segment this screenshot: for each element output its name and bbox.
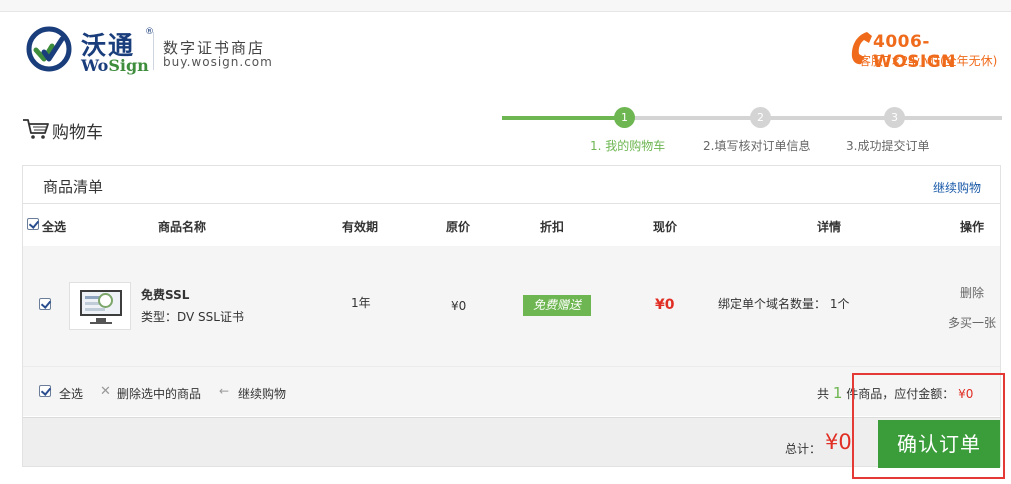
delete-selected-link[interactable]: 删除选中的商品 <box>117 385 201 402</box>
wosign-logo-icon[interactable] <box>25 26 73 72</box>
col-validity: 有效期 <box>342 220 379 234</box>
step-1-dot: 1 <box>614 107 635 128</box>
step-2-label: 2.填写核对订单信息 <box>703 139 811 153</box>
select-all-checkbox-footer[interactable] <box>39 385 51 397</box>
item-count-summary: 共 1 件商品，应付金额： ¥0 <box>817 384 973 402</box>
product-name[interactable]: 免费SSL <box>141 286 189 303</box>
delete-item-link[interactable]: 删除 <box>960 284 984 301</box>
select-all-checkbox-header[interactable] <box>27 218 39 230</box>
step-3-label: 3.成功提交订单 <box>846 139 930 153</box>
validity-value: 1年 <box>351 296 371 310</box>
col-product-name: 商品名称 <box>158 220 207 234</box>
count-prefix: 共 <box>817 387 830 401</box>
service-hours: 客服7×24小时(全年无休) <box>859 54 998 68</box>
total-bar: 总计： ¥0 确认订单 <box>23 417 1000 468</box>
brand-name-en-b: Sign <box>108 56 149 75</box>
item-checkbox[interactable] <box>39 298 51 310</box>
col-select-all[interactable]: 全选 <box>42 218 66 235</box>
col-original-price: 原价 <box>446 220 471 234</box>
col-current-price: 现价 <box>653 220 678 234</box>
select-all-label[interactable]: 全选 <box>59 385 83 402</box>
logo-divider <box>153 32 154 70</box>
continue-shopping-footer-link[interactable]: 继续购物 <box>238 385 286 402</box>
continue-shopping-link[interactable]: 继续购物 <box>933 179 981 196</box>
brand-name-en-a: Wo <box>81 56 109 75</box>
step-1-label: 1. 我的购物车 <box>590 139 666 153</box>
store-url[interactable]: buy.wosign.com <box>163 55 273 69</box>
table-row: 免费SSL 类型：DV SSL证书 1年 ¥0 免费赠送 ¥0 绑定单个域名数量… <box>23 246 1000 366</box>
panel-header: 商品清单 继续购物 <box>23 166 1000 204</box>
col-discount: 折扣 <box>540 220 565 234</box>
monitor-base <box>90 322 112 324</box>
product-type: 类型：DV SSL证书 <box>141 310 244 324</box>
product-thumbnail[interactable] <box>69 282 131 330</box>
cart-footer: 全选 ✕ 删除选中的商品 ← 继续购物 共 1 件商品，应付金额： ¥0 <box>23 366 1000 416</box>
count-suffix: 件商品，应付金额： <box>846 387 955 401</box>
cart-panel: 商品清单 继续购物 全选 商品名称 有效期 原价 折扣 现价 详情 操作 免费S… <box>22 165 1001 468</box>
step-2-dot: 2 <box>750 107 771 128</box>
total-label: 总计： <box>785 442 822 456</box>
brand-name-en: WoSign <box>81 56 149 75</box>
close-icon[interactable]: ✕ <box>100 384 111 399</box>
step-progress-done <box>502 116 625 120</box>
current-price-value: ¥0 <box>655 297 675 313</box>
payable-amount: ¥0 <box>958 387 974 401</box>
table-header: 全选 商品名称 有效期 原价 折扣 现价 详情 操作 <box>23 205 1000 246</box>
col-actions: 操作 <box>960 220 985 234</box>
total-value: ¥0 <box>825 430 852 454</box>
buy-more-link[interactable]: 多买一张 <box>948 314 996 331</box>
col-details: 详情 <box>817 220 842 234</box>
step-3-dot: 3 <box>884 107 905 128</box>
discount-badge: 免费赠送 <box>523 295 591 316</box>
details-value: 绑定单个域名数量： 1个 <box>718 297 850 311</box>
panel-title: 商品清单 <box>43 178 104 196</box>
magnifier-icon <box>98 293 113 308</box>
page-title: 购物车 <box>52 123 103 143</box>
top-strip <box>0 0 1011 12</box>
cart-icon <box>23 119 49 139</box>
confirm-order-button[interactable]: 确认订单 <box>878 420 1000 468</box>
arrow-left-icon[interactable]: ← <box>219 384 229 398</box>
original-price-value: ¥0 <box>451 299 467 313</box>
item-count: 1 <box>832 384 843 402</box>
step-progress-todo <box>625 116 1002 120</box>
